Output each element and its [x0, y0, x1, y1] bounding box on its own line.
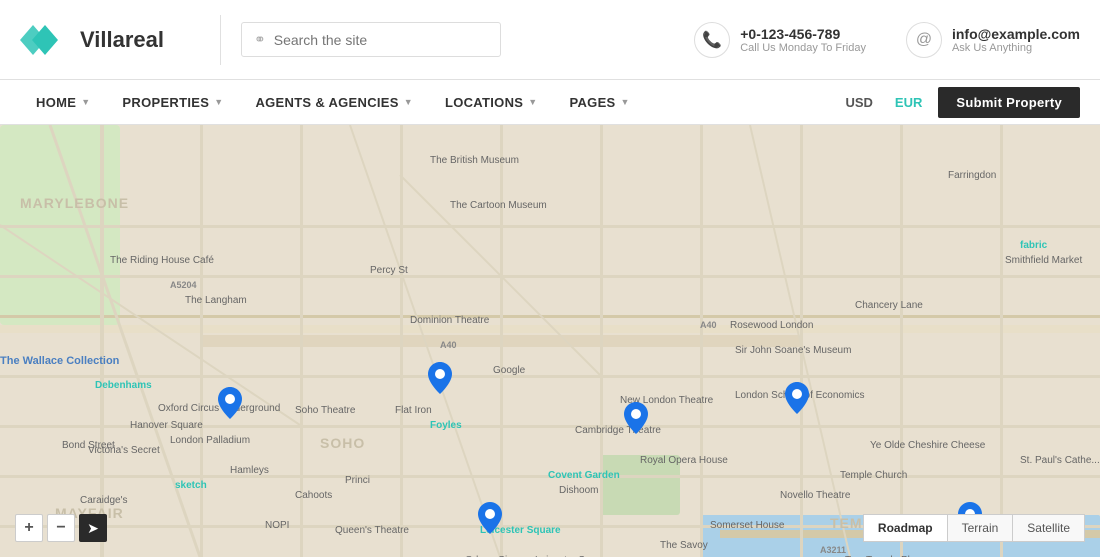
map-zoom-controls: + − ➤ [15, 514, 107, 542]
email-icon: @ [906, 22, 942, 58]
email-contact: @ info@example.com Ask Us Anything [906, 22, 1080, 58]
email-sub: Ask Us Anything [952, 42, 1080, 54]
chevron-down-icon: ▼ [528, 97, 537, 107]
header-contacts: 📞 +0-123-456-789 Call Us Monday To Frida… [694, 22, 1080, 58]
navigate-button[interactable]: ➤ [79, 514, 107, 542]
chevron-down-icon: ▼ [214, 97, 223, 107]
phone-contact: 📞 +0-123-456-789 Call Us Monday To Frida… [694, 22, 866, 58]
phone-number: +0-123-456-789 [740, 26, 866, 42]
phone-info: +0-123-456-789 Call Us Monday To Friday [740, 26, 866, 54]
email-address: info@example.com [952, 26, 1080, 42]
logo-text: Villareal [80, 27, 164, 53]
search-icon: ⚭ [254, 31, 266, 48]
map-pin[interactable] [478, 502, 502, 534]
phone-sub: Call Us Monday To Friday [740, 42, 866, 54]
map-pin[interactable] [785, 382, 809, 414]
currency-eur[interactable]: EUR [889, 91, 928, 114]
map-container[interactable]: MARYLEBONEMAYFAIRSOHOTEMPLEThe Wallace C… [0, 125, 1100, 557]
map-background: MARYLEBONEMAYFAIRSOHOTEMPLEThe Wallace C… [0, 125, 1100, 557]
map-pin[interactable] [428, 362, 452, 394]
header-divider [220, 15, 221, 65]
navbar: HOME ▼ PROPERTIES ▼ AGENTS & AGENCIES ▼ … [0, 80, 1100, 125]
nav-properties[interactable]: PROPERTIES ▼ [106, 80, 239, 125]
phone-icon: 📞 [694, 22, 730, 58]
search-box[interactable]: ⚭ [241, 22, 501, 57]
zoom-in-button[interactable]: + [15, 514, 43, 542]
map-type-terrain[interactable]: Terrain [948, 514, 1014, 542]
map-pin[interactable] [218, 387, 242, 419]
nav-locations[interactable]: LOCATIONS ▼ [429, 80, 554, 125]
nav-pages[interactable]: PAGES ▼ [553, 80, 645, 125]
map-type-controls: Roadmap Terrain Satellite [863, 514, 1085, 542]
map-svg [0, 125, 1100, 557]
map-type-satellite[interactable]: Satellite [1013, 514, 1085, 542]
currency-usd[interactable]: USD [839, 91, 878, 114]
nav-right: USD EUR Submit Property [839, 87, 1080, 118]
submit-property-button[interactable]: Submit Property [938, 87, 1080, 118]
search-input[interactable] [274, 32, 488, 48]
nav-home[interactable]: HOME ▼ [20, 80, 106, 125]
header: Villareal ⚭ 📞 +0-123-456-789 Call Us Mon… [0, 0, 1100, 80]
nav-agents[interactable]: AGENTS & AGENCIES ▼ [239, 80, 429, 125]
zoom-out-button[interactable]: − [47, 514, 75, 542]
logo-area: Villareal [20, 20, 200, 60]
chevron-down-icon: ▼ [81, 97, 90, 107]
chevron-down-icon: ▼ [404, 97, 413, 107]
logo-icon [20, 20, 70, 60]
email-info: info@example.com Ask Us Anything [952, 26, 1080, 54]
map-pin[interactable] [624, 402, 648, 434]
map-type-roadmap[interactable]: Roadmap [863, 514, 948, 542]
nav-items: HOME ▼ PROPERTIES ▼ AGENTS & AGENCIES ▼ … [20, 80, 839, 125]
chevron-down-icon: ▼ [621, 97, 630, 107]
